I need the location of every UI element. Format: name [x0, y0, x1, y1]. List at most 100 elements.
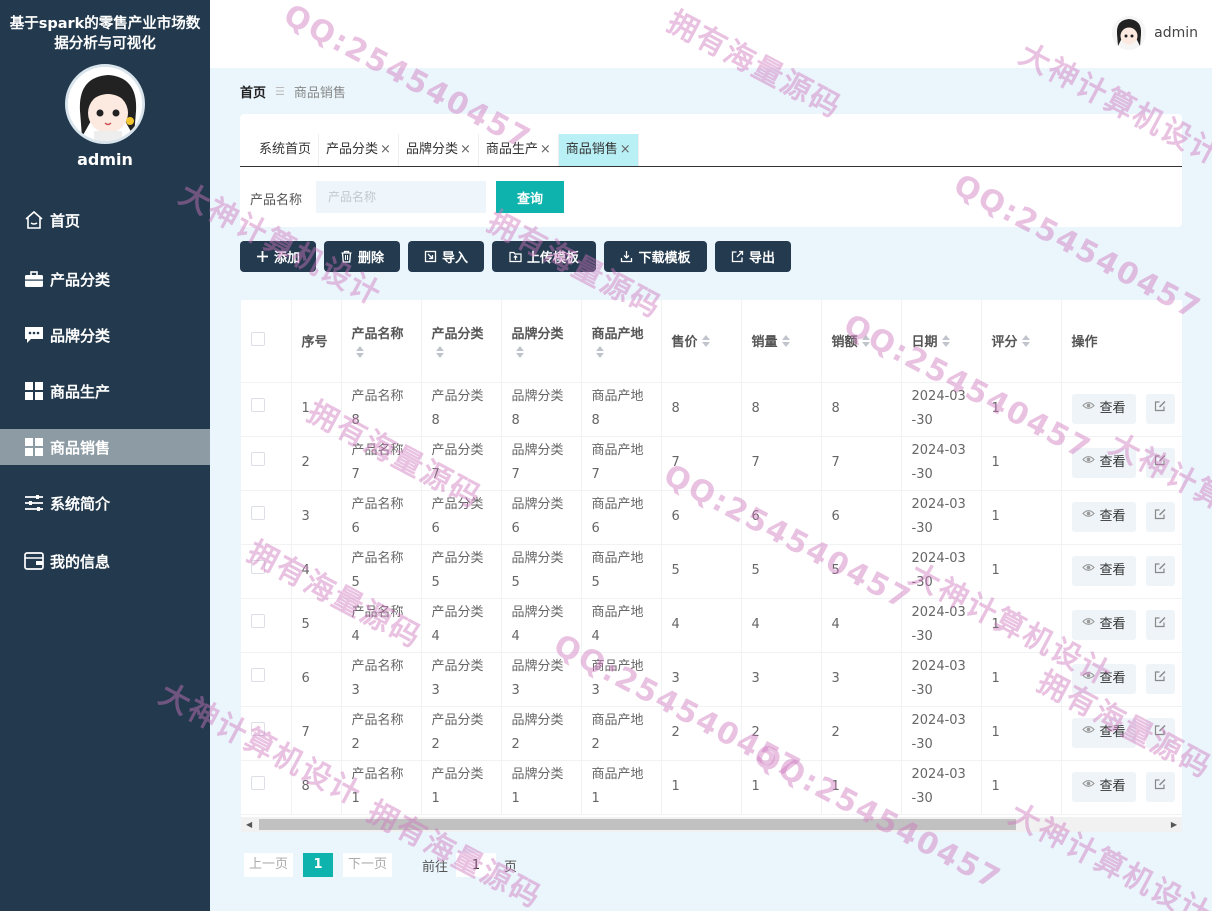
cell-text: 商品产地 [591, 497, 644, 512]
sidebar-item-brand-category[interactable]: 品牌分类 [0, 317, 210, 353]
goto-page-input[interactable] [456, 853, 497, 877]
select-all-checkbox[interactable] [251, 331, 265, 346]
sort-icon[interactable] [781, 334, 790, 347]
view-button[interactable]: 查看 [1071, 556, 1136, 586]
tab-sales[interactable]: 商品销售 × [558, 134, 639, 166]
query-button[interactable]: 查询 [496, 181, 564, 213]
upload-template-button[interactable]: 上传模板 [492, 241, 596, 272]
edit-button[interactable] [1145, 394, 1175, 424]
table-row[interactable]: 1 产品名称 8 产品分类 8 品牌分类 8 商品产地 8 8 8 8 2024-03 -30 1 查看 [241, 382, 1182, 437]
tab-production[interactable]: 商品生产 × [479, 134, 559, 166]
sidebar-item-home[interactable]: 首页 [0, 202, 210, 238]
row-checkbox[interactable] [251, 560, 265, 574]
table-row[interactable]: 4 产品名称 5 产品分类 5 品牌分类 5 商品产地 5 5 5 5 2024-03 -30 1 查看 [241, 544, 1182, 599]
sidebar-item-sales[interactable]: 商品销售 [0, 429, 210, 465]
row-checkbox[interactable] [251, 398, 265, 412]
tab-brand-category[interactable]: 品牌分类 × [399, 134, 479, 166]
cell-text: -30 [911, 575, 933, 590]
header-volume[interactable]: 销量 [741, 300, 822, 383]
sort-icon[interactable] [941, 334, 950, 347]
header-brand[interactable]: 品牌分类 [501, 300, 582, 383]
import-button[interactable]: 导入 [408, 241, 484, 272]
sidebar-item-product-category[interactable]: 产品分类 [0, 261, 210, 297]
close-icon[interactable]: × [540, 134, 551, 166]
header-price[interactable]: 售价 [661, 300, 742, 383]
sidebar-item-system-intro[interactable]: 系统简介 [0, 485, 210, 521]
row-checkbox[interactable] [251, 776, 265, 790]
sort-icon[interactable] [435, 345, 501, 358]
row-checkbox[interactable] [251, 668, 265, 682]
cell-text: 7 [351, 467, 360, 482]
sort-icon[interactable] [1021, 334, 1030, 347]
add-button-label: 添加 [273, 251, 300, 266]
table-row[interactable]: 3 产品名称 6 产品分类 6 品牌分类 6 商品产地 6 6 6 6 2024-03 -30 1 查看 [241, 490, 1182, 545]
view-button[interactable]: 查看 [1071, 448, 1136, 478]
row-checkbox[interactable] [251, 614, 265, 628]
search-input[interactable] [316, 181, 486, 213]
close-icon[interactable]: × [380, 134, 391, 166]
scroll-right-icon[interactable]: ▶ [1171, 820, 1177, 829]
prev-page-button[interactable]: 上一页 [244, 853, 294, 877]
sort-icon[interactable] [595, 345, 661, 358]
avatar[interactable] [1112, 16, 1147, 50]
row-checkbox[interactable] [251, 722, 265, 736]
next-page-button[interactable]: 下一页 [343, 853, 393, 877]
table-row[interactable]: 7 产品名称 2 产品分类 2 品牌分类 2 商品产地 2 2 2 2 2024-03 -30 1 查看 [241, 706, 1182, 761]
row-checkbox[interactable] [251, 506, 265, 520]
horizontal-scrollbar[interactable]: ◀ ▶ [241, 817, 1182, 832]
sidebar-item-label: 系统简介 [50, 494, 111, 513]
scrollbar-thumb[interactable] [259, 819, 1016, 830]
cell-index: 7 [291, 706, 342, 761]
edit-button[interactable] [1145, 502, 1175, 532]
system-title-line2: 据分析与可视化 [54, 36, 156, 52]
tab-system-home[interactable]: 系统首页 [252, 134, 320, 166]
cell-text: 商品产地 [591, 659, 644, 674]
close-icon[interactable]: × [460, 134, 471, 166]
header-origin[interactable]: 商品产地 [581, 300, 662, 383]
add-button[interactable]: 添加 [240, 241, 316, 272]
edit-button[interactable] [1145, 664, 1175, 694]
edit-button[interactable] [1145, 448, 1175, 478]
cell-ops: 查看 [1061, 490, 1182, 545]
view-button[interactable]: 查看 [1071, 718, 1136, 748]
sidebar-item-my-info[interactable]: 我的信息 [0, 543, 210, 579]
row-checkbox[interactable] [251, 452, 265, 466]
cell-text: 2024-03 [911, 659, 966, 674]
header-amount[interactable]: 销额 [821, 300, 902, 383]
edit-button[interactable] [1145, 610, 1175, 640]
sort-icon[interactable] [355, 345, 421, 358]
edit-button[interactable] [1145, 556, 1175, 586]
delete-button[interactable]: 删除 [324, 241, 400, 272]
edit-button[interactable] [1145, 718, 1175, 748]
close-icon[interactable]: × [620, 134, 631, 166]
header-category[interactable]: 产品分类 [421, 300, 502, 383]
download-template-button[interactable]: 下载模板 [604, 241, 707, 272]
sort-icon[interactable] [861, 334, 870, 347]
scroll-left-icon[interactable]: ◀ [246, 820, 252, 829]
view-button[interactable]: 查看 [1071, 772, 1136, 802]
view-button[interactable]: 查看 [1071, 394, 1136, 424]
view-button[interactable]: 查看 [1071, 502, 1136, 532]
view-button[interactable]: 查看 [1071, 610, 1136, 640]
tab-product-category[interactable]: 产品分类 × [319, 134, 399, 166]
breadcrumb-home[interactable]: 首页 [240, 82, 266, 101]
table-row[interactable]: 6 产品名称 3 产品分类 3 品牌分类 3 商品产地 3 3 3 3 2024-03 -30 1 查看 [241, 652, 1182, 707]
sort-icon[interactable] [701, 334, 710, 347]
sidebar-item-production[interactable]: 商品生产 [0, 373, 210, 409]
sales-table-container[interactable]: 序号 产品名称 产品分类 品牌分类 商品产地 售价 销量 销额 日期 评分 操作… [241, 300, 1182, 817]
table-row[interactable]: 2 产品名称 7 产品分类 7 品牌分类 7 商品产地 7 7 7 7 2024-03 -30 1 查看 [241, 436, 1182, 491]
page-number-current[interactable]: 1 [303, 853, 334, 877]
edit-button[interactable] [1145, 772, 1175, 802]
view-button[interactable]: 查看 [1071, 664, 1136, 694]
cell-text: 2024-03 [911, 497, 966, 512]
export-button[interactable]: 导出 [715, 241, 791, 272]
header-user-menu[interactable]: admin [1112, 16, 1198, 50]
table-row[interactable]: 8 产品名称 1 产品分类 1 品牌分类 1 商品产地 1 1 1 1 2024-03 -30 1 查看 [241, 760, 1182, 815]
header-rating[interactable]: 评分 [981, 300, 1062, 383]
header-name[interactable]: 产品名称 [341, 300, 422, 383]
table-row[interactable]: 5 产品名称 4 产品分类 4 品牌分类 4 商品产地 4 4 4 4 2024-03 -30 1 查看 [241, 598, 1182, 653]
header-date[interactable]: 日期 [901, 300, 982, 383]
cell-origin: 商品产地 6 [581, 490, 662, 545]
sort-icon[interactable] [515, 345, 581, 358]
cell-text: 6 [591, 521, 600, 536]
